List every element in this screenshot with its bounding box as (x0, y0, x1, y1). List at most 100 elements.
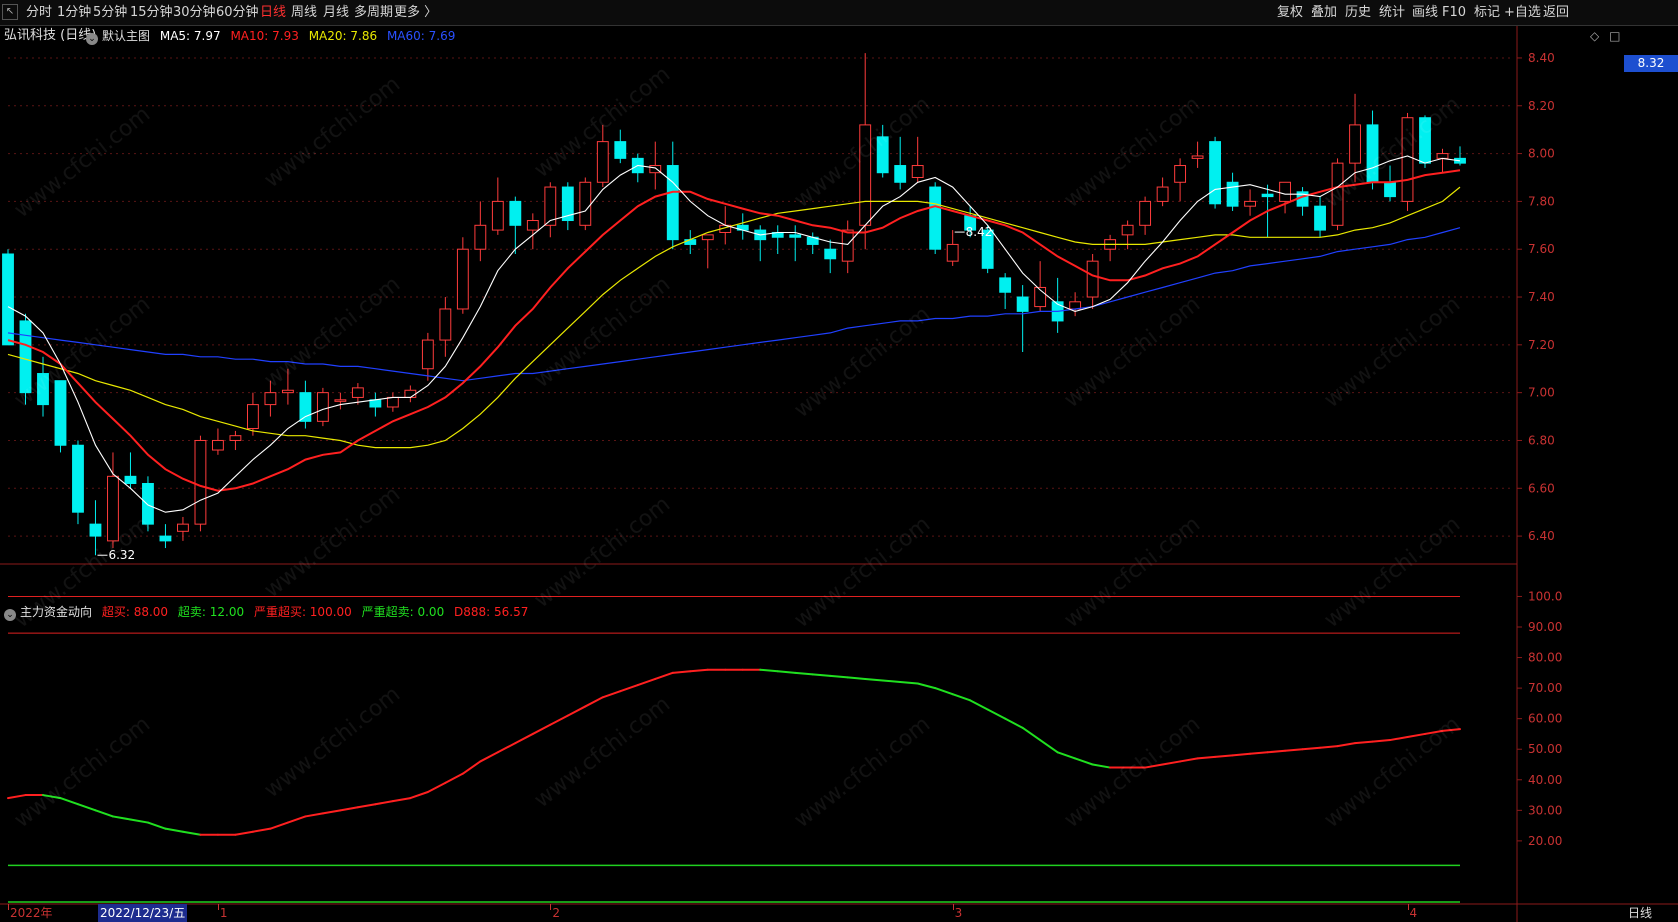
annotation-label-0: 8.42 (966, 225, 993, 239)
candle-body-69 (1209, 141, 1222, 205)
candle-body-30 (526, 220, 539, 231)
ma5-line (7, 155, 1461, 513)
candle-body-13 (229, 435, 242, 441)
d888-segment-60 (1056, 751, 1077, 760)
candle-body-73 (1279, 181, 1291, 202)
d888-segment-81 (1424, 729, 1444, 735)
candle-body-62 (1086, 260, 1099, 298)
sub-tick-label-1: 90.00 (1528, 620, 1562, 634)
candle-body-72 (1261, 193, 1274, 198)
candle-body-9 (159, 535, 172, 542)
candle-body-47 (824, 248, 837, 260)
candle-body-16 (281, 389, 294, 394)
candle-body-28 (491, 200, 504, 231)
main-tick-label-3: 7.80 (1528, 194, 1555, 208)
main-tick-label-1: 8.20 (1528, 99, 1555, 113)
sub-tick-label-2: 80.00 (1528, 651, 1562, 665)
candle-body-8 (142, 482, 154, 525)
d888-segment-77 (1354, 740, 1374, 745)
d888-segment-80 (1406, 732, 1427, 738)
d888-segment-5 (94, 809, 114, 818)
d888-segment-30 (531, 723, 552, 735)
d888-segment-82 (1441, 728, 1461, 732)
d888-segment-0 (7, 794, 27, 800)
date-tick-1: 1 (219, 906, 228, 920)
candle-body-66 (1156, 186, 1169, 202)
d888-segment-74 (1301, 746, 1322, 751)
d888-segment-68 (1196, 755, 1217, 760)
d888-segment-57 (1004, 717, 1024, 729)
date-tick-mark-3 (952, 904, 954, 910)
d888-segment-50 (881, 679, 902, 683)
candle-body-27 (474, 224, 487, 250)
candle-body-51 (894, 165, 907, 183)
candle-body-78 (1366, 124, 1379, 183)
main-tick-label-6: 7.20 (1528, 338, 1555, 352)
d888-segment-8 (146, 821, 167, 830)
chart-canvas[interactable]: 8.40 8.20 8.00 7.80 7.60 7.40 7.20 7.00 6.80 6.60… (0, 0, 1678, 922)
d888-segment-62 (1091, 763, 1112, 769)
candle-body-29 (509, 200, 522, 226)
d888-segment-25 (444, 772, 464, 784)
d888-segment-53 (934, 687, 954, 696)
date-tick-2: 2 (552, 906, 560, 920)
d888-segment-61 (1074, 757, 1094, 766)
candle-body-76 (1331, 162, 1344, 226)
d888-segment-2 (41, 794, 62, 800)
candle-body-7 (124, 475, 137, 484)
candle-body-23 (404, 389, 417, 398)
main-tick-label-0: 8.40 (1528, 51, 1555, 65)
d888-segment-78 (1371, 739, 1392, 743)
d888-segment-33 (584, 696, 604, 708)
d888-segment-14 (251, 827, 272, 833)
d888-segment-47 (829, 674, 849, 679)
d888-segment-35 (619, 684, 639, 693)
d888-segment-10 (181, 830, 202, 836)
d888-segment-59 (1039, 739, 1059, 754)
candle-body-38 (666, 165, 679, 241)
date-tick-3: 3 (954, 906, 963, 920)
candle-body-52 (911, 165, 924, 178)
d888-segment-69 (1214, 754, 1234, 758)
sub-tick-label-5: 50.00 (1528, 742, 1562, 756)
d888-segment-51 (899, 681, 919, 685)
main-tick-label-8: 6.80 (1528, 433, 1555, 447)
candle-body-15 (264, 392, 277, 406)
d888-segment-52 (916, 682, 937, 690)
candle-body-22 (386, 396, 399, 408)
candle-body-77 (1349, 124, 1361, 164)
period-badge[interactable]: 日线 (1628, 904, 1652, 922)
d888-segment-79 (1389, 736, 1409, 742)
d888-segment-21 (374, 800, 394, 806)
sub-tick-label-7: 30.00 (1528, 803, 1562, 817)
d888-segment-3 (59, 797, 79, 806)
candle-body-65 (1139, 200, 1152, 226)
candle-body-25 (439, 308, 452, 341)
d888-segment-31 (549, 714, 569, 726)
candle-body-14 (246, 404, 259, 430)
candle-body-2 (37, 373, 49, 406)
d888-segment-27 (479, 751, 499, 763)
date-axis: 2022年 1 2 3 4 (0, 904, 1620, 922)
main-tick-label-4: 7.60 (1528, 242, 1555, 256)
d888-segment-13 (234, 830, 254, 836)
d888-segment-70 (1231, 752, 1252, 757)
candle-body-70 (1226, 181, 1239, 207)
candle-body-48 (841, 229, 854, 262)
candle-body-49 (859, 124, 872, 226)
d888-segment-73 (1284, 748, 1304, 752)
d888-segment-48 (846, 676, 867, 680)
sub-tick-label-3: 70.00 (1528, 681, 1562, 695)
d888-segment-38 (671, 670, 692, 674)
candle-body-57 (999, 277, 1012, 293)
sub-tick-label-8: 20.00 (1528, 834, 1562, 848)
d888-segment-45 (794, 671, 814, 676)
d888-segment-55 (969, 699, 989, 711)
d888-segment-39 (689, 668, 709, 673)
d888-segment-65 (1144, 763, 1164, 769)
candle-body-3 (54, 380, 67, 446)
d888-segment-16 (286, 815, 307, 824)
candle-body-80 (1401, 117, 1414, 202)
candle-body-20 (351, 387, 364, 398)
main-tick-label-5: 7.40 (1528, 290, 1555, 304)
